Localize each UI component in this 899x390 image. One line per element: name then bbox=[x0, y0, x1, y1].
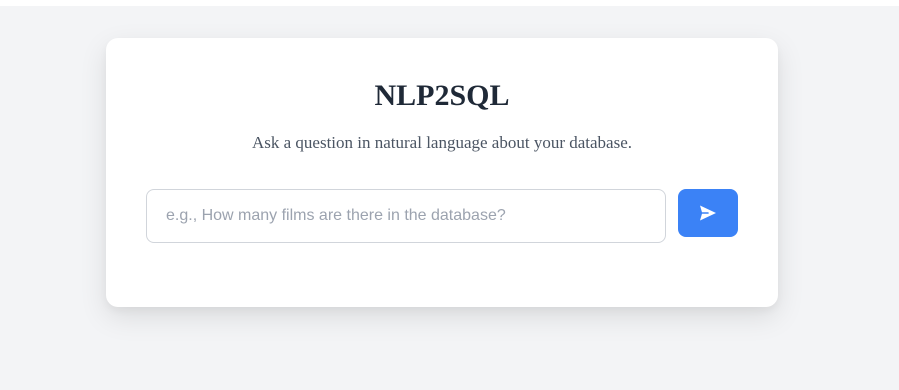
page-subtitle: Ask a question in natural language about… bbox=[251, 133, 633, 152]
query-card: NLP2SQL Ask a question in natural langua… bbox=[106, 38, 778, 307]
query-form bbox=[146, 189, 738, 243]
top-strip bbox=[0, 0, 899, 6]
send-button[interactable] bbox=[678, 189, 738, 237]
send-icon bbox=[700, 205, 716, 221]
question-input[interactable] bbox=[146, 189, 666, 243]
page-title: NLP2SQL bbox=[374, 79, 510, 112]
